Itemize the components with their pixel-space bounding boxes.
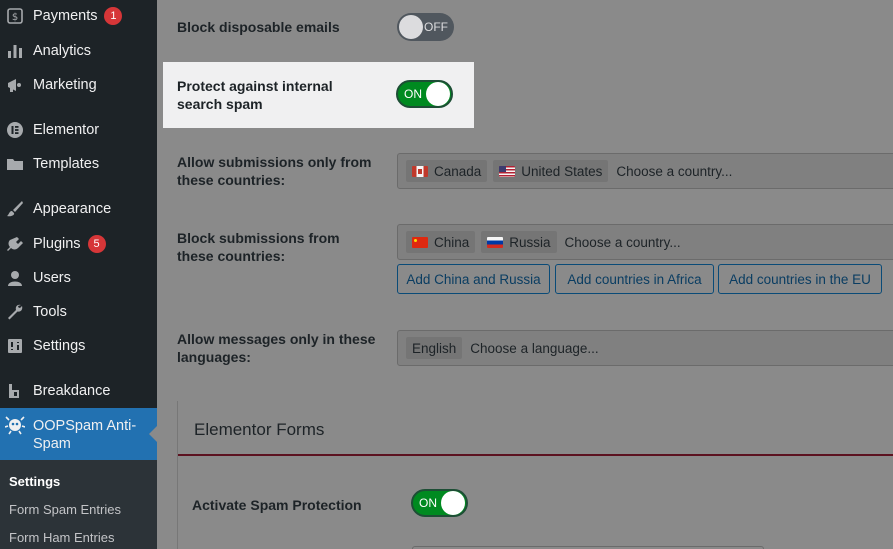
activate-spam-protection-toggle[interactable]: ON [411, 489, 468, 517]
canada-flag-icon [412, 165, 428, 177]
menu-label: OOPSpam Anti-Spam [33, 418, 137, 452]
toggle-state: ON [404, 87, 422, 101]
menu-label: Plugins [33, 236, 81, 252]
menu-label: Tools [33, 304, 67, 320]
submenu-item-form-spam-entries[interactable]: Form Spam Entries [9, 502, 121, 517]
internal-search-toggle[interactable]: ON [396, 80, 453, 108]
menu-item-users[interactable]: Users [0, 262, 157, 294]
activate-spam-protection-label: Activate Spam Protection [192, 497, 362, 513]
menu-label: Payments [33, 8, 98, 24]
toggle-knob [426, 82, 450, 106]
folder-icon [5, 154, 25, 174]
wrench-icon [5, 302, 25, 322]
brush-icon [5, 199, 25, 219]
language-chip[interactable]: English [406, 337, 463, 359]
count-badge: 5 [87, 235, 106, 253]
submenu: Settings Form Spam Entries Form Ham Entr… [0, 460, 157, 549]
us-flag-icon [499, 165, 516, 177]
block-disposable-label: Block disposable emails [177, 19, 340, 35]
chip-label: United States [521, 163, 603, 179]
user-icon [5, 268, 25, 288]
toggle-knob [399, 15, 423, 39]
menu-item-payments[interactable]: $ Payments 1 [0, 0, 157, 32]
chip-label: Canada [434, 163, 482, 179]
menu-label: Users [33, 270, 71, 286]
marketing-icon [5, 75, 25, 95]
country-chip[interactable]: Canada [406, 160, 488, 182]
menu-label: Templates [33, 156, 100, 172]
submenu-item-settings[interactable]: Settings [9, 474, 60, 489]
russia-flag-icon [487, 236, 504, 248]
add-eu-button[interactable]: Add countries in the EU [718, 264, 882, 294]
menu-label: Appearance [33, 201, 112, 217]
language-search-placeholder[interactable]: Choose a language... [470, 341, 598, 356]
internal-search-label: Protect against internal search spam [177, 78, 333, 112]
country-search-placeholder[interactable]: Choose a country... [616, 164, 732, 179]
country-chip[interactable]: Russia [481, 231, 557, 253]
admin-sidebar: $ Payments 1 Analytics Marketing Elemento… [0, 0, 157, 549]
oopspam-icon [5, 415, 25, 435]
allow-countries-select[interactable]: Canada United States Choose a country... [397, 153, 893, 189]
menu-item-oopspam[interactable]: OOPSpam Anti-Spam [0, 408, 157, 460]
breakdance-icon [5, 381, 25, 401]
menu-item-templates[interactable]: Templates [0, 148, 157, 180]
country-chip[interactable]: United States [493, 160, 609, 182]
plugin-icon [5, 234, 25, 254]
section-title: Elementor Forms [194, 420, 325, 439]
china-flag-icon [412, 236, 428, 248]
menu-item-elementor[interactable]: Elementor [0, 114, 157, 146]
menu-item-appearance[interactable]: Appearance [0, 193, 157, 225]
languages-select[interactable]: English Choose a language... [397, 330, 893, 366]
menu-item-analytics[interactable]: Analytics [0, 35, 157, 67]
settings-panel: Block disposable emails OFF Protect agai… [157, 0, 893, 549]
elementor-icon [5, 120, 25, 140]
add-africa-button[interactable]: Add countries in Africa [555, 264, 714, 294]
toggle-knob [441, 491, 465, 515]
menu-item-marketing[interactable]: Marketing [0, 69, 157, 101]
add-china-russia-button[interactable]: Add China and Russia [397, 264, 550, 294]
allow-countries-label: Allow submissions only from these countr… [177, 154, 372, 188]
block-countries-label: Block submissions from these countries: [177, 230, 340, 264]
languages-label: Allow messages only in these languages: [177, 331, 376, 365]
menu-item-settings[interactable]: Settings [0, 330, 157, 362]
country-search-placeholder[interactable]: Choose a country... [565, 235, 681, 250]
menu-item-plugins[interactable]: Plugins 5 [0, 228, 157, 260]
elementor-forms-section: Elementor Forms Activate Spam Protection… [177, 401, 893, 549]
menu-label: Breakdance [33, 383, 111, 399]
analytics-icon [5, 41, 25, 61]
svg-text:$: $ [12, 12, 18, 23]
block-disposable-toggle[interactable]: OFF [397, 13, 454, 41]
country-chip[interactable]: China [406, 231, 476, 253]
submenu-item-form-ham-entries[interactable]: Form Ham Entries [9, 530, 114, 545]
menu-label: Elementor [33, 122, 100, 138]
block-countries-select[interactable]: China Russia Choose a country... [397, 224, 893, 260]
toggle-state: ON [419, 496, 437, 510]
settings-icon [5, 336, 25, 356]
chip-label: Russia [509, 234, 551, 250]
section-header: Elementor Forms [178, 401, 893, 456]
active-indicator [149, 426, 157, 442]
toggle-state: OFF [424, 20, 448, 34]
payments-icon: $ [5, 6, 25, 26]
menu-label: Settings [33, 338, 86, 354]
menu-label: Marketing [33, 77, 97, 93]
menu-item-breakdance[interactable]: Breakdance [0, 375, 157, 407]
menu-label: Analytics [33, 43, 92, 59]
count-badge: 1 [104, 7, 123, 25]
menu-item-tools[interactable]: Tools [0, 296, 157, 328]
chip-label: China [434, 234, 470, 250]
